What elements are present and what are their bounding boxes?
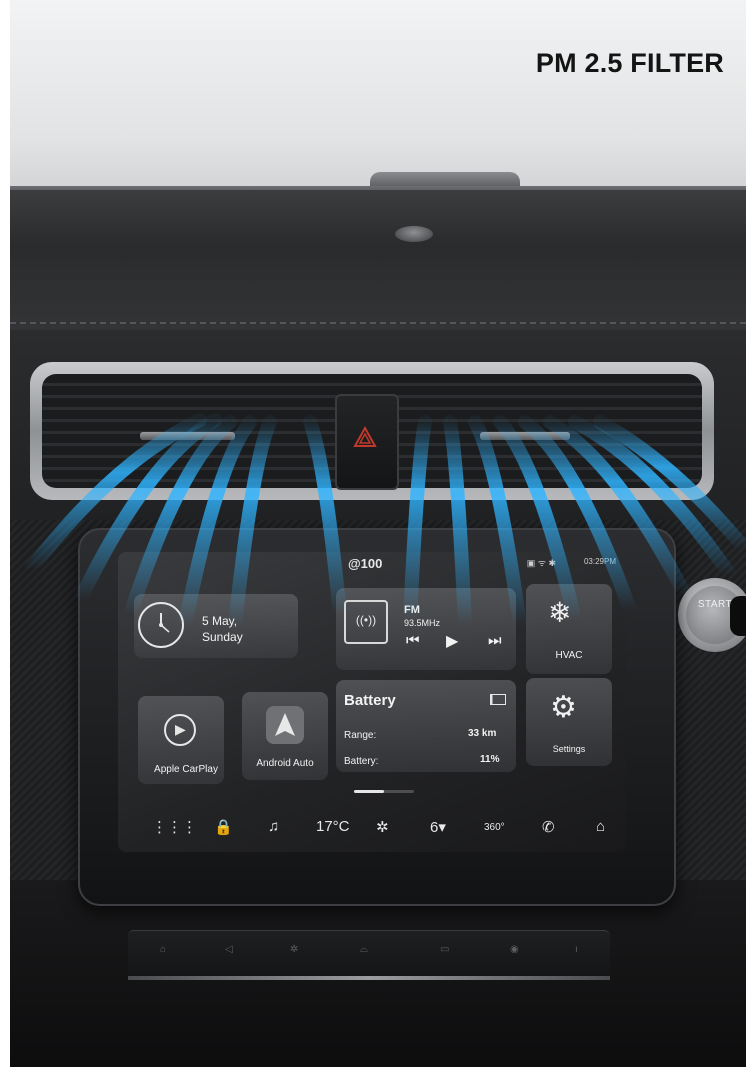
gear-icon: ⚙ xyxy=(550,691,577,724)
temperature-readout[interactable]: 17°C xyxy=(316,818,350,835)
android-auto-label: Android Auto xyxy=(256,758,314,769)
range-label: Range: xyxy=(344,730,377,741)
fan-speed[interactable]: 6▾ xyxy=(430,818,446,836)
dashboard-stitching xyxy=(10,322,746,324)
dashboard-sensor xyxy=(395,226,433,242)
snowflake-fan-icon: ❄ xyxy=(548,597,572,628)
day-text: Sunday xyxy=(202,630,243,644)
vent-slat-left[interactable] xyxy=(140,432,235,440)
rear-defrost-button[interactable]: ▭ xyxy=(440,944,449,955)
android-auto-icon xyxy=(266,706,304,744)
volume-button[interactable]: ◁ xyxy=(225,944,233,955)
360-camera-icon[interactable]: 360° xyxy=(484,822,505,833)
radio-band: FM xyxy=(404,604,420,616)
front-defrost-button[interactable]: ⌓ xyxy=(360,944,368,955)
climate-control-strip xyxy=(128,930,610,981)
hazard-triangle-icon xyxy=(353,426,377,447)
vent-slat-right[interactable] xyxy=(480,432,570,440)
steering-column-stalk xyxy=(730,596,746,636)
page-indicator-active xyxy=(354,790,384,793)
battery-label: Battery: xyxy=(344,756,379,767)
carplay-label: Apple CarPlay xyxy=(154,764,218,775)
infotainment-screen: @100 ▣ ᯤ ✱ 03:29PM 5 May, Sunday ((•)) F… xyxy=(118,552,626,852)
status-time: 03:29PM xyxy=(583,557,616,566)
brand-logo: @100 xyxy=(348,556,383,571)
dashboard-top xyxy=(10,190,746,330)
fan-icon[interactable]: ✲ xyxy=(376,818,389,836)
music-note-icon[interactable]: ♫ xyxy=(268,818,279,835)
control-strip-chrome-trim xyxy=(128,976,610,980)
camera-button[interactable]: ◉ xyxy=(510,944,519,955)
radio-broadcast-icon: ((•)) xyxy=(344,600,388,644)
recirculation-button[interactable]: ⌂ xyxy=(160,944,166,955)
settings-label: Settings xyxy=(552,744,586,754)
apps-grid-icon[interactable]: ⋮⋮⋮ xyxy=(152,818,197,836)
fan-speed-value: 6 xyxy=(430,819,439,836)
home-icon[interactable]: ⌂ xyxy=(596,818,605,835)
analog-clock-icon xyxy=(138,602,184,648)
car-interior-scene: PM 2.5 FILTER START @100 ▣ ᯤ ✱ 03:29PM 5… xyxy=(10,0,746,1067)
windshield-sky xyxy=(10,0,746,200)
ac-off-button[interactable]: ✲ xyxy=(290,944,298,955)
battery-level-icon xyxy=(490,694,506,705)
carplay-icon: ▶ xyxy=(164,714,196,746)
status-icons: ▣ ᯤ ✱ xyxy=(526,558,556,568)
lock-icon[interactable]: 🔒 xyxy=(214,818,233,836)
radio-frequency: 93.5MHz xyxy=(404,618,441,628)
battery-value: 11% xyxy=(480,754,500,765)
battery-title: Battery xyxy=(344,692,396,709)
play-icon[interactable]: ▶ xyxy=(446,631,458,651)
range-value: 33 km xyxy=(468,728,497,739)
hvac-label: HVAC xyxy=(555,650,583,661)
headline: PM 2.5 FILTER xyxy=(535,48,724,78)
date-text: 5 May, xyxy=(202,614,238,628)
next-track-icon[interactable]: ⏭ xyxy=(488,632,502,649)
previous-track-icon[interactable]: ⏮ xyxy=(406,632,420,649)
mode-button[interactable]: ı xyxy=(575,944,578,955)
phone-icon[interactable]: ✆ xyxy=(542,818,555,836)
